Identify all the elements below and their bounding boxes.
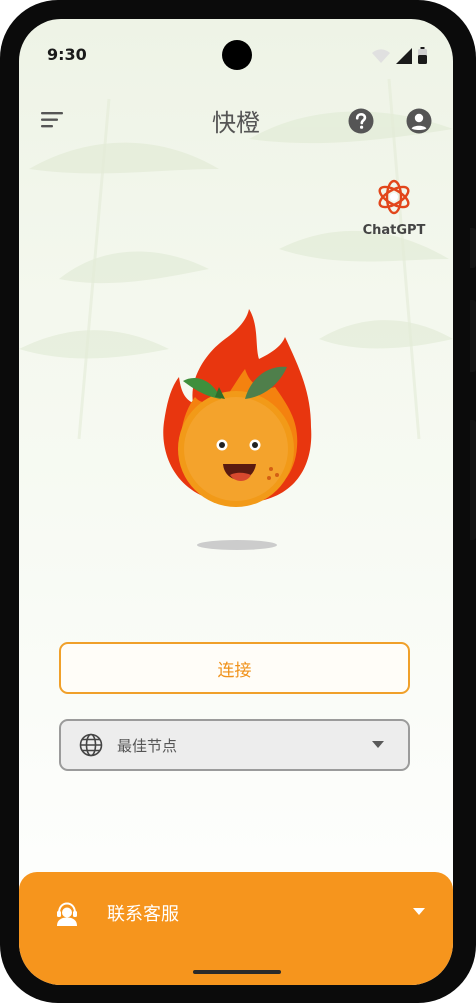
help-icon[interactable] xyxy=(348,108,374,134)
app-screen: 9:30 快橙 ChatGPT 连接 最佳节点 联系客服 xyxy=(19,19,453,985)
account-icon[interactable] xyxy=(406,108,432,134)
volume-button xyxy=(470,228,476,268)
globe-icon xyxy=(79,733,103,757)
camera-cutout xyxy=(222,40,252,70)
connect-button[interactable]: 连接 xyxy=(59,642,410,694)
page-title: 快橙 xyxy=(212,109,260,137)
orange-mascot-illustration xyxy=(163,309,312,550)
node-select-dropdown[interactable]: 最佳节点 xyxy=(59,719,410,771)
chevron-down-icon xyxy=(372,741,384,748)
home-indicator[interactable] xyxy=(193,970,281,974)
node-select-value: 最佳节点 xyxy=(117,736,178,755)
status-icons xyxy=(372,47,427,64)
wifi-icon xyxy=(372,48,390,63)
customer-service-icon xyxy=(57,902,77,926)
power-button xyxy=(470,420,476,540)
phone-frame: 9:30 快橙 ChatGPT 连接 最佳节点 联系客服 xyxy=(0,0,476,1003)
status-time: 9:30 xyxy=(47,45,87,64)
chatgpt-label: ChatGPT xyxy=(362,223,426,238)
contact-support-label: 联系客服 xyxy=(107,904,179,925)
contact-support-bar[interactable]: 联系客服 xyxy=(19,872,453,985)
chevron-down-icon xyxy=(413,908,425,915)
openai-logo-icon xyxy=(378,179,410,215)
battery-icon xyxy=(418,47,427,64)
side-button xyxy=(470,300,476,372)
chatgpt-shortcut[interactable]: ChatGPT xyxy=(359,177,429,238)
signal-icon xyxy=(396,47,412,64)
